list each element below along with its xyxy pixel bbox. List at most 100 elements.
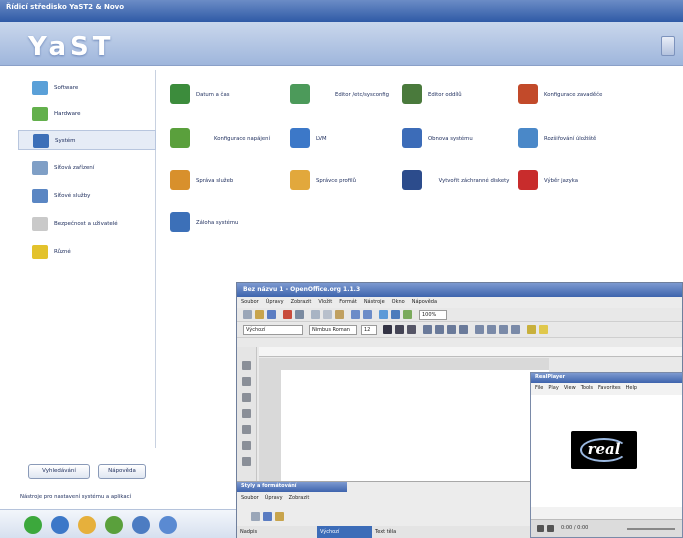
module-backup[interactable]: Záloha systému bbox=[170, 208, 290, 238]
sidebar-item-network-services[interactable]: Síťové služby bbox=[18, 186, 156, 206]
spellcheck-icon[interactable] bbox=[242, 409, 251, 418]
search-button[interactable]: Vyhledávání bbox=[28, 464, 90, 479]
decrease-indent-icon[interactable] bbox=[499, 325, 508, 334]
volume-slider[interactable] bbox=[627, 528, 675, 530]
undo-icon[interactable] bbox=[351, 310, 360, 319]
oo-menu-item-2[interactable]: Zobrazit bbox=[291, 299, 312, 305]
table-icon[interactable] bbox=[391, 310, 400, 319]
hyperlink-icon[interactable] bbox=[379, 310, 388, 319]
bullets-icon[interactable] bbox=[487, 325, 496, 334]
openoffice-titlebar[interactable]: Bez názvu 1 - OpenOffice.org 1.1.3 bbox=[237, 283, 682, 297]
open-icon[interactable] bbox=[255, 310, 264, 319]
module-lvm[interactable]: LVM bbox=[290, 124, 410, 154]
module-sysconfig-editor[interactable]: Editor /etc/sysconfig bbox=[290, 80, 410, 110]
oo-menu-item-1[interactable]: Úpravy bbox=[266, 299, 284, 305]
numbering-icon[interactable] bbox=[475, 325, 484, 334]
font-color-icon[interactable] bbox=[527, 325, 536, 334]
align-center-icon[interactable] bbox=[435, 325, 444, 334]
styles-list-row[interactable]: Nadpis Výchozí Text těla bbox=[237, 526, 535, 538]
zoom-select[interactable]: 100% bbox=[419, 310, 447, 320]
rp-menu-item-3[interactable]: Tools bbox=[581, 385, 593, 391]
rp-menu-item-4[interactable]: Favorites bbox=[598, 385, 621, 391]
browser-icon[interactable] bbox=[51, 516, 69, 534]
network-icon[interactable] bbox=[132, 516, 150, 534]
module-runlevel[interactable]: Správa služeb bbox=[170, 166, 290, 196]
highlight-icon[interactable] bbox=[539, 325, 548, 334]
module-storage[interactable]: Rozšiřování úložiště bbox=[518, 124, 638, 154]
rp-menu-item-1[interactable]: Play bbox=[548, 385, 558, 391]
stop-icon[interactable] bbox=[547, 525, 554, 532]
video-area[interactable]: real bbox=[531, 395, 682, 507]
sidebar-item-security-users[interactable]: Bezpečnost a uživatelé bbox=[18, 214, 156, 234]
justify-icon[interactable] bbox=[459, 325, 468, 334]
time-display: 0:00 / 0:00 bbox=[561, 525, 589, 531]
insert-object-icon[interactable] bbox=[242, 393, 251, 402]
oo-menu-item-6[interactable]: Okno bbox=[392, 299, 405, 305]
font-size-select[interactable]: 12 bbox=[361, 325, 377, 335]
oo-menu-item-5[interactable]: Nástroje bbox=[364, 299, 385, 305]
styles-menu-item-1[interactable]: Úpravy bbox=[265, 495, 283, 501]
start-icon[interactable] bbox=[24, 516, 42, 534]
increase-indent-icon[interactable] bbox=[511, 325, 520, 334]
oo-menu-item-0[interactable]: Soubor bbox=[241, 299, 259, 305]
document-page[interactable] bbox=[281, 370, 549, 488]
cut-icon[interactable] bbox=[311, 310, 320, 319]
settings-icon[interactable] bbox=[105, 516, 123, 534]
module-language[interactable]: Výběr jazyka bbox=[518, 166, 638, 196]
play-icon[interactable] bbox=[537, 525, 544, 532]
styles-panel-title[interactable]: Styly a formátování bbox=[237, 482, 347, 492]
style-cell-selected: Výchozí bbox=[317, 526, 372, 538]
oo-menu-item-3[interactable]: Vložit bbox=[318, 299, 332, 305]
sidebar-item-misc[interactable]: Různé bbox=[18, 242, 156, 262]
module-power[interactable]: Konfigurace napájení bbox=[170, 124, 290, 154]
rp-menu-item-2[interactable]: View bbox=[564, 385, 576, 391]
realplayer-titlebar[interactable]: RealPlayer bbox=[531, 373, 682, 383]
sidebar-item-system[interactable]: Systém bbox=[18, 130, 156, 150]
new-document-icon[interactable] bbox=[243, 310, 252, 319]
autospellcheck-icon[interactable] bbox=[242, 425, 251, 434]
underline-icon[interactable] bbox=[407, 325, 416, 334]
italic-icon[interactable] bbox=[395, 325, 404, 334]
module-label: Správa služeb bbox=[196, 177, 234, 184]
new-style-icon[interactable] bbox=[251, 512, 260, 521]
align-left-icon[interactable] bbox=[423, 325, 432, 334]
folder-icon[interactable] bbox=[78, 516, 96, 534]
sidebar-item-software-package[interactable]: Software bbox=[18, 78, 156, 98]
font-name-select[interactable]: Nimbus Roman bbox=[309, 325, 357, 335]
module-floppy[interactable]: Vytvořit záchranné diskety bbox=[402, 166, 522, 196]
fill-format-icon[interactable] bbox=[275, 512, 284, 521]
module-clock[interactable]: Datum a čas bbox=[170, 80, 290, 110]
help-icon[interactable] bbox=[159, 516, 177, 534]
module-system-restore[interactable]: Obnova systému bbox=[402, 124, 522, 154]
align-right-icon[interactable] bbox=[447, 325, 456, 334]
oo-menu-item-4[interactable]: Formát bbox=[339, 299, 357, 305]
realplayer-window[interactable]: RealPlayer File Play View Tools Favorites Hel… bbox=[530, 372, 683, 538]
help-button[interactable]: Nápověda bbox=[98, 464, 146, 479]
bold-icon[interactable] bbox=[383, 325, 392, 334]
insert-icon[interactable] bbox=[242, 361, 251, 370]
sidebar-item-network-devices[interactable]: Síťová zařízení bbox=[18, 158, 156, 178]
paragraph-style-select[interactable]: Výchozí bbox=[243, 325, 303, 335]
insert-fields-icon[interactable] bbox=[242, 377, 251, 386]
rp-menu-item-5[interactable]: Help bbox=[626, 385, 637, 391]
draw-functions-icon[interactable] bbox=[242, 457, 251, 466]
print-icon[interactable] bbox=[295, 310, 304, 319]
find-replace-icon[interactable] bbox=[242, 441, 251, 450]
copy-icon[interactable] bbox=[323, 310, 332, 319]
yast-window-titlebar[interactable]: Řídicí středisko YaST2 & Novo bbox=[0, 0, 683, 22]
module-profile-manager[interactable]: Správce profilů bbox=[290, 166, 410, 196]
styles-menu-item-0[interactable]: Soubor bbox=[241, 495, 259, 501]
rp-menu-item-0[interactable]: File bbox=[535, 385, 543, 391]
styles-menu-item-2[interactable]: Zobrazit bbox=[289, 495, 310, 501]
navigator-icon[interactable] bbox=[403, 310, 412, 319]
export-pdf-icon[interactable] bbox=[283, 310, 292, 319]
sidebar-item-hardware[interactable]: Hardware bbox=[18, 104, 156, 124]
oo-menu-item-7[interactable]: Nápověda bbox=[412, 299, 437, 305]
save-icon[interactable] bbox=[267, 310, 276, 319]
document-area[interactable] bbox=[259, 358, 549, 488]
paste-icon[interactable] bbox=[335, 310, 344, 319]
redo-icon[interactable] bbox=[363, 310, 372, 319]
update-style-icon[interactable] bbox=[263, 512, 272, 521]
module-partitioner[interactable]: Editor oddílů bbox=[402, 80, 522, 110]
module-bootloader[interactable]: Konfigurace zavaděče bbox=[518, 80, 638, 110]
